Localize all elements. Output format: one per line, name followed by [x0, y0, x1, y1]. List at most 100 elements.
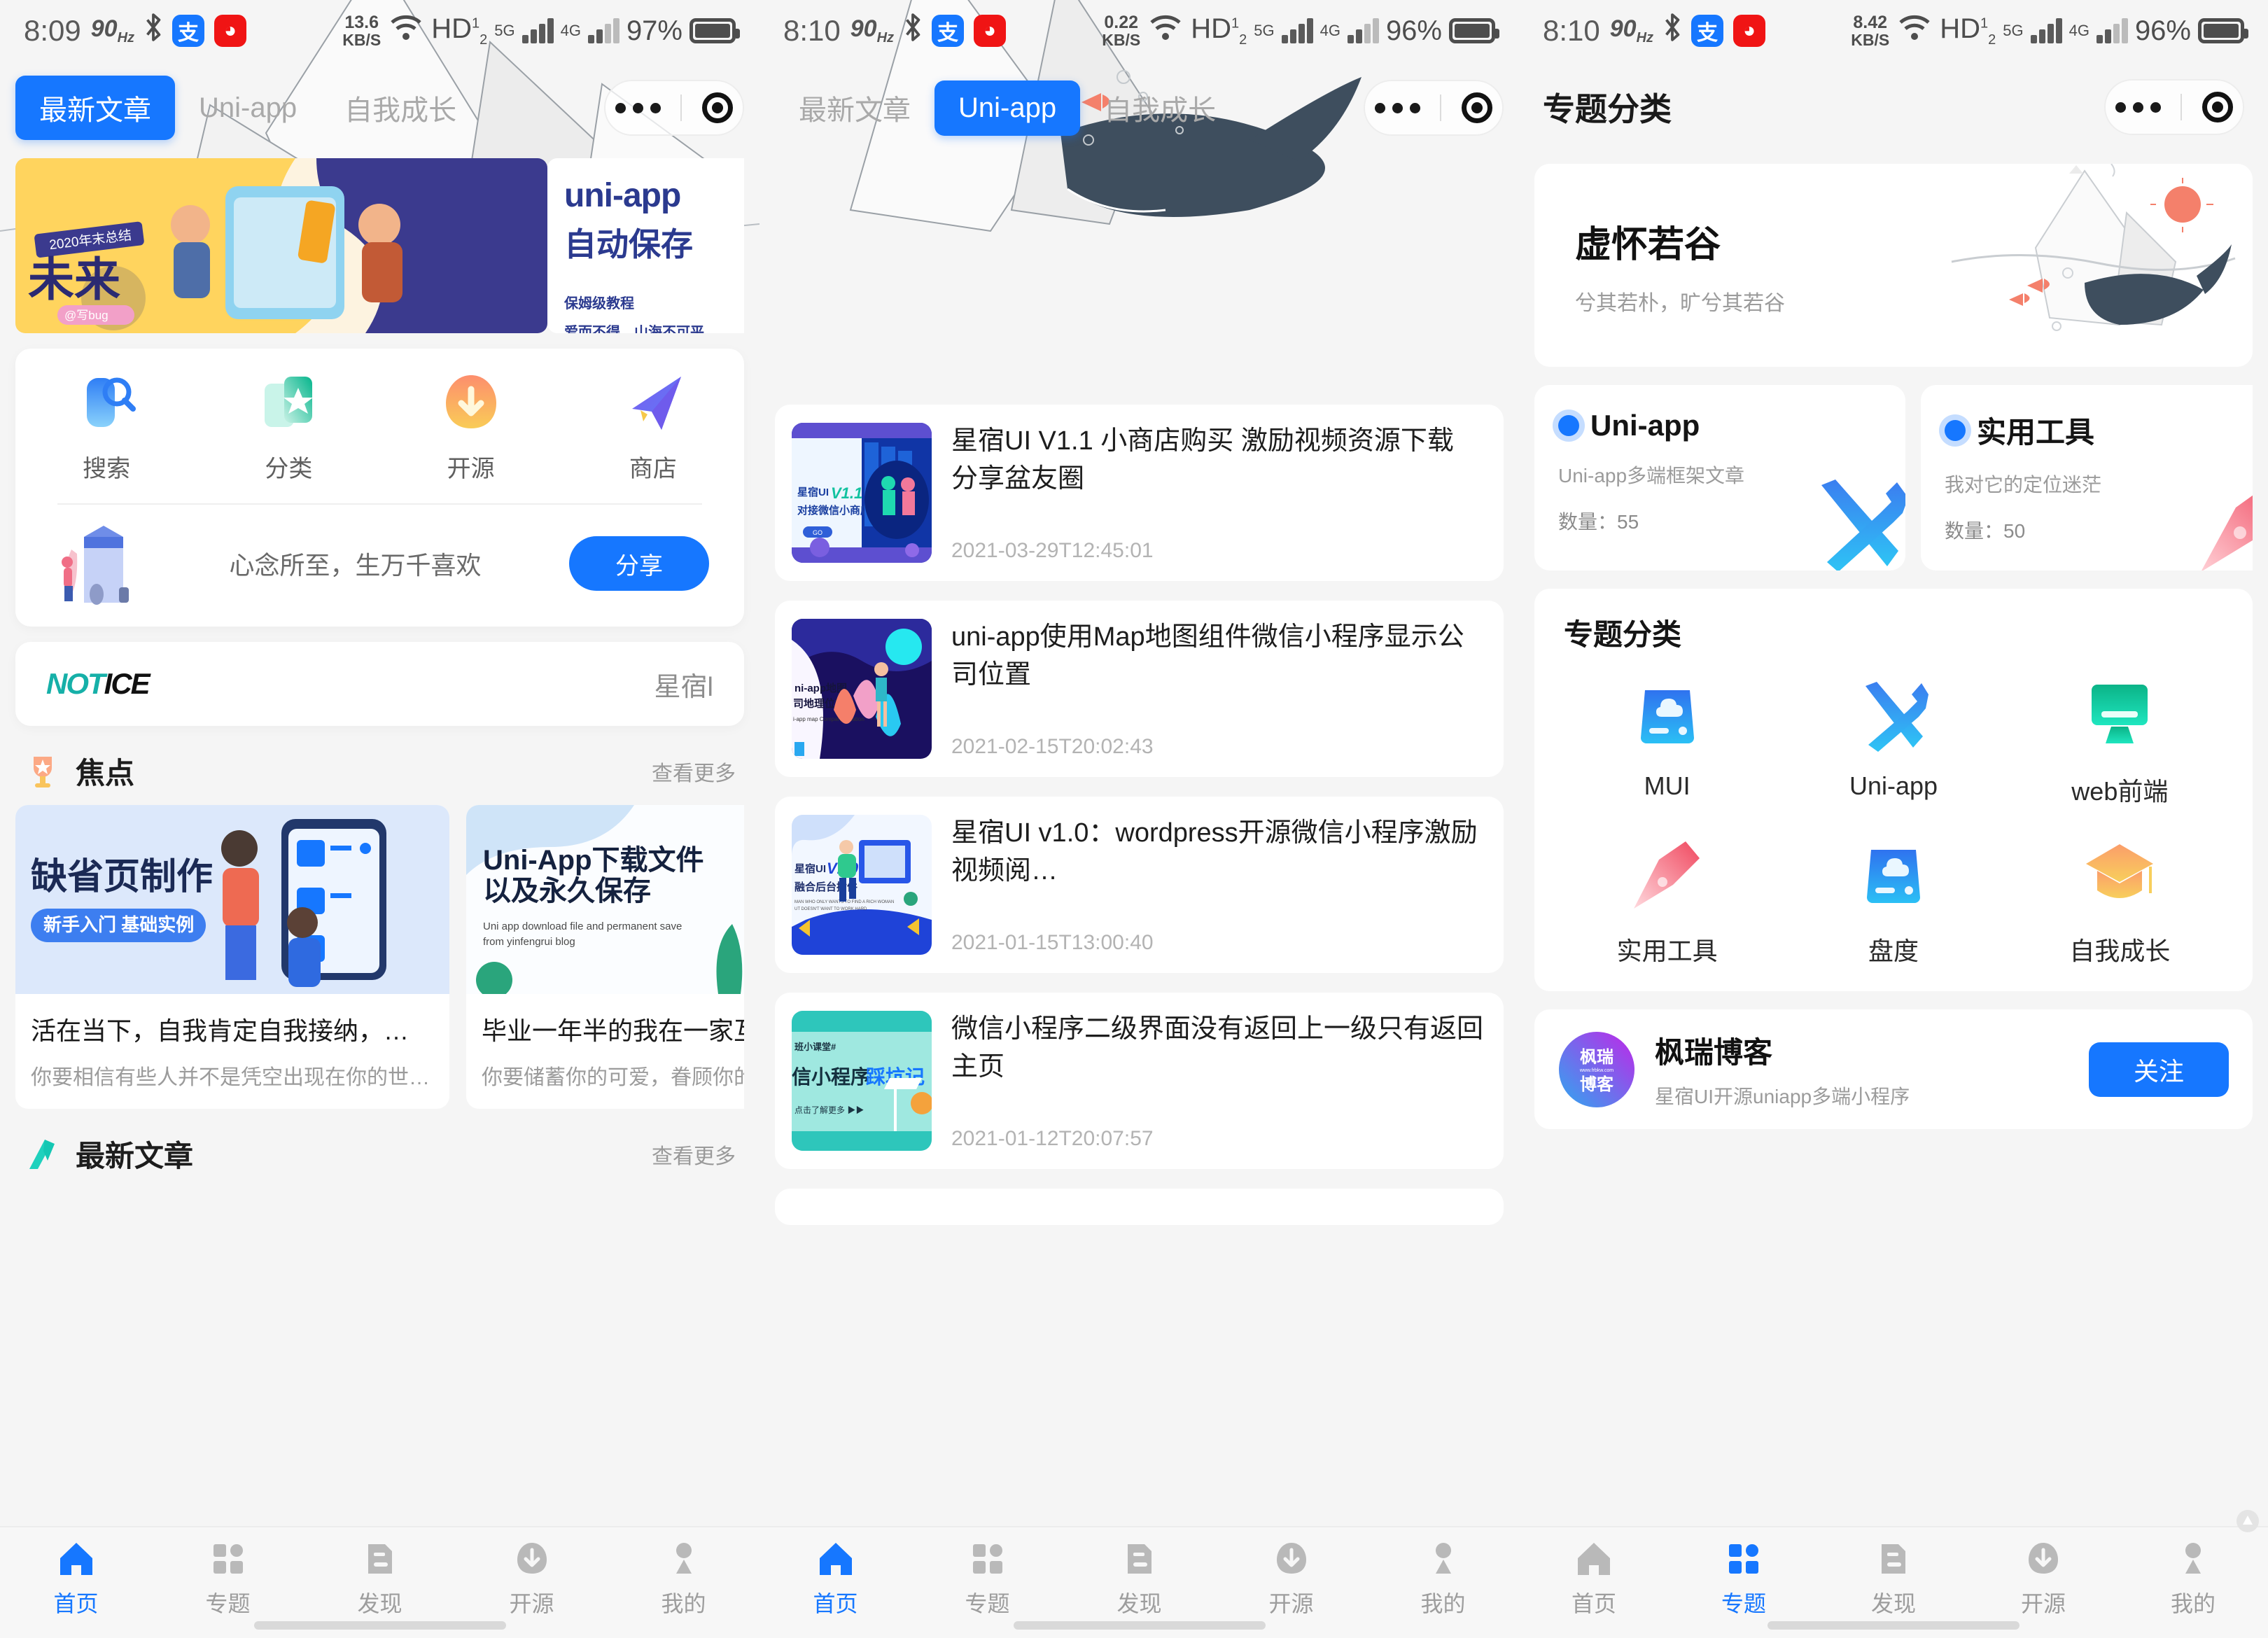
network-speed: 8.42 KB/S	[1851, 12, 1890, 50]
pen-icon	[2194, 472, 2253, 570]
page-header: 专题分类	[1519, 62, 2268, 146]
tabbar-item-topics[interactable]: 专题	[1669, 1540, 1819, 1618]
grid-item-label: 实用工具	[1616, 937, 1718, 965]
hero-title: 虚怀若谷	[1575, 224, 1721, 265]
hero-subtitle: 兮其若朴，旷兮其若谷	[1575, 291, 1785, 315]
tabbar-item-opensource[interactable]: 开源	[1215, 1540, 1367, 1618]
document-icon	[368, 1544, 392, 1574]
view-more-link[interactable]: 查看更多	[652, 1139, 736, 1170]
tabbar-item-mine[interactable]: 我的	[1367, 1540, 1519, 1618]
focus-card-title: 毕业一年半的我在一家互…	[482, 1016, 744, 1045]
svg-text:星宿UI: 星宿UI	[797, 486, 829, 498]
article-row[interactable]: 星宿UI V1.1 对接微信小商店 GO 星宿UI V1.1 小商店购买 激励视…	[775, 405, 1504, 581]
tabbar-item-home[interactable]: 首页	[760, 1540, 911, 1618]
section-title: 最新文章	[76, 1140, 194, 1172]
grid-item-label: web前端	[2071, 777, 2169, 806]
grid-item-mui[interactable]: MUI	[1554, 678, 1780, 808]
blog-follow-card: 枫瑞 www.frbkw.com 博客 枫瑞博客 星宿UI开源uniapp多端小…	[1534, 1009, 2253, 1129]
banner-slide-primary[interactable]: 2020年末总结 未来 @写bug	[15, 158, 547, 333]
focus-card[interactable]: Uni-App下载文件 以及永久保存 Uni app download file…	[466, 805, 744, 1109]
more-menu-icon[interactable]	[615, 102, 662, 113]
hero-banner-card[interactable]: 虚怀若谷 兮其若朴，旷兮其若谷	[1534, 164, 2253, 367]
article-row[interactable]: ni-app地图 司地理位置 i-app map Company locatio…	[775, 601, 1504, 777]
quick-entry-label: 搜索	[83, 456, 131, 482]
home-icon	[819, 1543, 852, 1575]
close-miniprogram-icon[interactable]	[2202, 92, 2233, 122]
banner-carousel[interactable]: 2020年末总结 未来 @写bug uni-app 自动保存 保姆级教程 爱而不…	[15, 158, 744, 333]
tab-uniapp[interactable]: Uni-app	[175, 80, 321, 136]
svg-text:ni-app地图: ni-app地图	[794, 682, 847, 694]
tabbar-item-discover[interactable]: 发现	[1063, 1540, 1215, 1618]
tab-latest-articles[interactable]: 最新文章	[15, 76, 175, 140]
banner-slide-secondary[interactable]: uni-app 自动保存 保姆级教程 爱而不得，山海不可平 Nanny leve…	[547, 158, 744, 333]
banner-b-title: uni-app	[564, 177, 681, 214]
hd-voice-icon: HD12	[1191, 13, 1247, 48]
category-star-icon	[255, 370, 322, 437]
blog-desc: 星宿UI开源uniapp多端小程序	[1655, 1086, 1910, 1107]
svg-text:融合后台插件: 融合后台插件	[794, 881, 858, 893]
article-row[interactable]: 班小课堂# 信小程序 踩坑记 点击了解更多 ▶▶ 微信小程序二级界面没有返回上一…	[775, 993, 1504, 1169]
disk-cloud-icon	[1630, 678, 1705, 753]
more-menu-icon[interactable]	[1375, 102, 1421, 113]
share-button[interactable]: 分享	[569, 536, 709, 591]
tabbar-item-topics[interactable]: 专题	[911, 1540, 1063, 1618]
tab-self-growth[interactable]: 自我成长	[1080, 76, 1240, 140]
status-bar: 8:10 90Hz 支 ◕ 0.22 KB/S HD12 5G 4G 96%	[760, 0, 1519, 62]
status-bar: 8:10 90Hz 支 ◕ 8.42 KB/S HD12 5G 4G 96%	[1519, 0, 2268, 62]
grid-item-self-growth[interactable]: 自我成长	[2007, 837, 2233, 967]
close-miniprogram-icon[interactable]	[1461, 92, 1492, 123]
more-menu-icon[interactable]	[2115, 102, 2162, 113]
tabbar-item-home[interactable]: 首页	[1519, 1540, 1669, 1618]
focus-card[interactable]: 缺省页制作 新手入门 基础实例 活在当下，自我肯定自我接纳，抛开… 你要相信有些…	[15, 805, 449, 1109]
signal-5g-label: 5G	[1254, 22, 1275, 39]
svg-text:from yinfengrui blog: from yinfengrui blog	[483, 936, 575, 948]
grid-item-uniapp[interactable]: Uni-app	[1780, 678, 2006, 808]
tabbar-item-mine[interactable]: 我的	[2118, 1540, 2268, 1618]
tabbar-item-topics[interactable]: 专题	[152, 1540, 304, 1618]
article-row-partial[interactable]	[775, 1189, 1504, 1225]
quick-entry-search[interactable]: 搜索	[15, 370, 197, 484]
svg-text:博客: 博客	[1580, 1074, 1614, 1094]
article-row[interactable]: 星宿UI V1.0 融合后台插件 MAN WHO ONLY WANTS TO F…	[775, 797, 1504, 973]
grid-item-disk[interactable]: 盘度	[1780, 837, 2006, 967]
netease-music-icon: ◕	[214, 15, 247, 47]
article-title: 星宿UI v1.0：wordpress开源微信小程序激励视频阅…	[951, 818, 1478, 886]
quick-entry-opensource[interactable]: 开源	[380, 370, 562, 484]
grid-item-tools[interactable]: 实用工具	[1554, 837, 1780, 967]
tabbar-item-opensource[interactable]: 开源	[456, 1540, 608, 1618]
tabbar-item-discover[interactable]: 发现	[1819, 1540, 1968, 1618]
follow-button[interactable]: 关注	[2089, 1042, 2229, 1097]
share-tagline: 心念所至，生万千喜欢	[229, 551, 482, 580]
quick-entry-category[interactable]: 分类	[197, 370, 379, 484]
signal-4g-label: 4G	[1320, 22, 1340, 39]
close-miniprogram-icon[interactable]	[701, 92, 733, 123]
miniprogram-capsule	[604, 80, 744, 136]
focus-card-list[interactable]: 缺省页制作 新手入门 基础实例 活在当下，自我肯定自我接纳，抛开… 你要相信有些…	[15, 805, 744, 1109]
notice-bar[interactable]: NOTICE 星宿l	[15, 642, 744, 726]
tabbar-item-opensource[interactable]: 开源	[1968, 1540, 2118, 1618]
tab-latest-articles[interactable]: 最新文章	[775, 76, 934, 140]
screen-topics: 8:10 90Hz 支 ◕ 8.42 KB/S HD12 5G 4G 96% 专题…	[1519, 0, 2268, 1638]
grid-item-label: 盘度	[1868, 937, 1919, 965]
graduation-cap-icon	[2082, 837, 2157, 913]
grid-item-web-frontend[interactable]: web前端	[2007, 678, 2233, 808]
quick-entry-store[interactable]: 商店	[562, 370, 744, 484]
tabbar-item-mine[interactable]: 我的	[608, 1540, 760, 1618]
article-title: 微信小程序二级界面没有返回上一级只有返回主页	[951, 1014, 1484, 1082]
home-icon	[59, 1543, 92, 1575]
tab-self-growth[interactable]: 自我成长	[321, 76, 480, 140]
tabbar-item-discover[interactable]: 发现	[304, 1540, 456, 1618]
svg-text:Uni app download file and perm: Uni app download file and permanent save	[483, 920, 682, 932]
category-card-list: Uni-app Uni-app多端框架文章 数量：55 实用工具 我对它的定位迷…	[1534, 385, 2253, 570]
view-more-link[interactable]: 查看更多	[652, 756, 736, 787]
share-row: 心念所至，生万千喜欢 分享	[15, 505, 744, 610]
tab-uniapp[interactable]: Uni-app	[934, 80, 1081, 136]
svg-text:www.frbkw.com: www.frbkw.com	[1579, 1068, 1614, 1073]
quick-entry-label: 分类	[265, 456, 313, 482]
category-card-uniapp[interactable]: Uni-app Uni-app多端框架文章 数量：55	[1534, 385, 1905, 570]
category-card-tools[interactable]: 实用工具 我对它的定位迷茫 数量：50	[1921, 385, 2253, 570]
grid-icon	[213, 1544, 243, 1574]
category-tabs: 最新文章 Uni-app 自我成长	[760, 62, 1519, 146]
banner-b-sub1: 保姆级教程	[564, 296, 634, 312]
tabbar-item-home[interactable]: 首页	[0, 1540, 152, 1618]
